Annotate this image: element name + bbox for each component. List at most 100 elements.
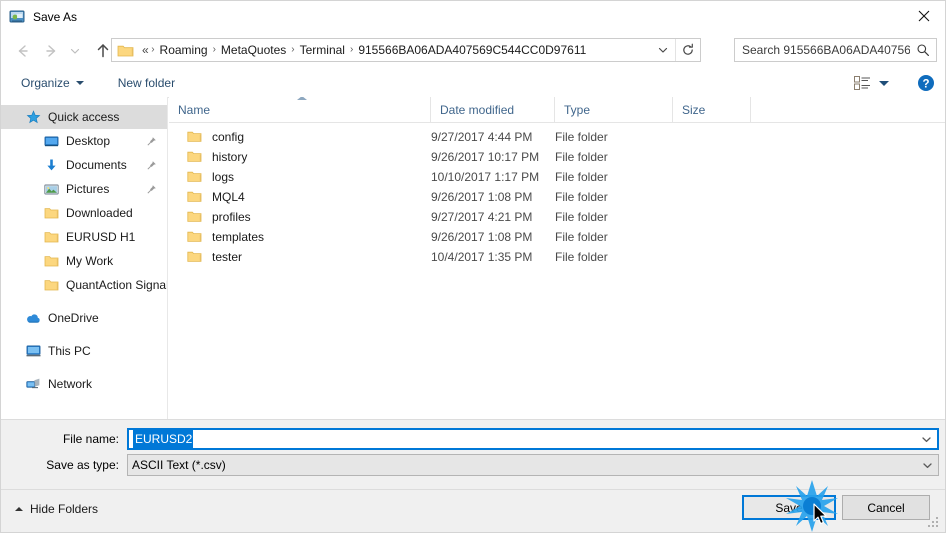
resize-grip-icon[interactable] <box>928 515 941 528</box>
column-header-label: Name <box>178 102 211 117</box>
breadcrumb-item-metaquotes[interactable]: MetaQuotes <box>217 40 290 60</box>
table-row[interactable]: tester 10/4/2017 1:35 PM File folder <box>169 247 945 267</box>
file-type: File folder <box>555 130 608 144</box>
title-bar: Save As <box>1 1 945 32</box>
breadcrumb-item-guid[interactable]: 915566BA06ADA407569C544CC0D97611 <box>354 40 590 60</box>
folder-icon <box>187 210 203 224</box>
chevron-down-icon[interactable] <box>918 430 935 448</box>
table-row[interactable]: history 9/26/2017 10:17 PM File folder <box>169 147 945 167</box>
svg-text:?: ? <box>922 78 929 90</box>
column-header-size[interactable]: Size <box>673 97 751 122</box>
onedrive-cloud-icon <box>25 310 41 326</box>
save-button[interactable]: Save <box>742 495 836 520</box>
this-pc-icon <box>25 343 41 359</box>
file-name: profiles <box>212 210 251 224</box>
file-name-value: EURUSD2 <box>133 429 194 449</box>
file-name-cell: history <box>169 150 431 164</box>
pin-icon <box>146 160 157 171</box>
help-button[interactable]: ? <box>917 74 935 92</box>
folder-icon <box>43 229 59 245</box>
file-date: 9/27/2017 4:44 PM <box>431 130 533 144</box>
search-button[interactable] <box>910 39 936 61</box>
sidebar-item-label: OneDrive <box>48 311 99 325</box>
sidebar-item-this-pc[interactable]: This PC <box>1 339 167 363</box>
column-header-label: Type <box>564 102 591 117</box>
arrow-up-icon <box>97 43 109 57</box>
sidebar-item-eurusd-h1[interactable]: EURUSD H1 <box>1 225 167 249</box>
command-toolbar: Organize New folder ? <box>1 69 945 98</box>
column-header-name[interactable]: Name <box>169 97 431 122</box>
save-as-type-select[interactable]: ASCII Text (*.csv) <box>127 454 939 476</box>
refresh-button[interactable] <box>675 39 700 61</box>
sidebar-item-label: QuantAction Signal <box>66 278 168 292</box>
chevron-down-icon <box>75 81 84 85</box>
address-bar[interactable]: « › Roaming › MetaQuotes › Terminal › 91… <box>111 38 701 62</box>
folder-icon <box>187 190 203 204</box>
folder-icon <box>187 250 203 264</box>
file-name: templates <box>212 230 265 244</box>
breadcrumb-lead[interactable]: « <box>138 40 150 60</box>
change-view-button[interactable] <box>850 73 893 93</box>
file-type: File folder <box>555 170 608 184</box>
desktop-icon <box>43 133 59 149</box>
new-folder-label: New folder <box>117 76 176 90</box>
file-type: File folder <box>555 250 608 264</box>
sidebar-item-documents[interactable]: Documents <box>1 153 167 177</box>
sidebar-item-label: Quick access <box>48 110 120 124</box>
sidebar-item-network[interactable]: Network <box>1 372 167 396</box>
file-name-row: File name: EURUSD2 <box>15 428 939 450</box>
sidebar-item-pictures[interactable]: Pictures <box>1 177 167 201</box>
sidebar-item-downloaded[interactable]: Downloaded <box>1 201 167 225</box>
cancel-button[interactable]: Cancel <box>842 495 930 520</box>
file-name-cell: logs <box>169 170 431 184</box>
folder-icon <box>187 150 203 164</box>
star-icon <box>25 109 41 125</box>
chevron-down-icon[interactable] <box>919 455 936 475</box>
file-name-cell: tester <box>169 250 431 264</box>
chevron-down-icon <box>658 47 668 53</box>
search-box[interactable]: Search 915566BA06ADA40756... <box>734 38 937 62</box>
cancel-button-label: Cancel <box>867 500 905 515</box>
sidebar-item-label: Pictures <box>66 182 110 196</box>
table-row[interactable]: logs 10/10/2017 1:17 PM File folder <box>169 167 945 187</box>
close-button[interactable] <box>901 1 945 31</box>
column-header-type[interactable]: Type <box>555 97 673 122</box>
save-button-label: Save <box>775 500 803 515</box>
file-name-input[interactable]: EURUSD2 <box>127 428 939 450</box>
file-name: config <box>212 130 245 144</box>
sidebar-item-quick-access[interactable]: Quick access <box>1 105 167 129</box>
breadcrumb-item-terminal[interactable]: Terminal <box>296 40 349 60</box>
sidebar-item-onedrive[interactable]: OneDrive <box>1 306 167 330</box>
file-date: 9/26/2017 1:08 PM <box>431 190 533 204</box>
chevron-up-icon <box>15 507 23 511</box>
file-type: File folder <box>555 230 608 244</box>
search-input[interactable]: Search 915566BA06ADA40756... <box>742 43 910 57</box>
hide-folders-button[interactable]: Hide Folders <box>15 502 98 516</box>
sidebar-item-label: This PC <box>48 344 91 358</box>
file-name-cell: config <box>169 130 431 144</box>
new-folder-button[interactable]: New folder <box>110 71 183 95</box>
table-row[interactable]: templates 9/26/2017 1:08 PM File folder <box>169 227 945 247</box>
forward-button[interactable] <box>37 36 65 66</box>
file-date: 9/27/2017 4:21 PM <box>431 210 533 224</box>
file-name-cell: templates <box>169 230 431 244</box>
sidebar-item-my-work[interactable]: My Work <box>1 249 167 273</box>
arrow-right-icon <box>46 44 56 57</box>
breadcrumb-item-roaming[interactable]: Roaming <box>156 40 212 60</box>
sidebar-item-desktop[interactable]: Desktop <box>1 129 167 153</box>
folder-icon <box>43 253 59 269</box>
hide-folders-label: Hide Folders <box>30 502 99 516</box>
address-dropdown-button[interactable] <box>651 39 675 61</box>
table-row[interactable]: config 9/27/2017 4:44 PM File folder <box>169 127 945 147</box>
recent-locations-button[interactable] <box>65 36 85 66</box>
refresh-icon <box>683 43 693 55</box>
organize-button[interactable]: Organize <box>13 71 92 95</box>
table-row[interactable]: MQL4 9/26/2017 1:08 PM File folder <box>169 187 945 207</box>
sidebar-item-label: EURUSD H1 <box>66 230 136 244</box>
column-header-date-modified[interactable]: Date modified <box>431 97 555 122</box>
table-row[interactable]: profiles 9/27/2017 4:21 PM File folder <box>169 207 945 227</box>
back-button[interactable] <box>9 36 37 66</box>
sidebar-item-quantaction-signal[interactable]: QuantAction Signal <box>1 273 167 297</box>
breadcrumb: « › Roaming › MetaQuotes › Terminal › 91… <box>138 40 651 60</box>
